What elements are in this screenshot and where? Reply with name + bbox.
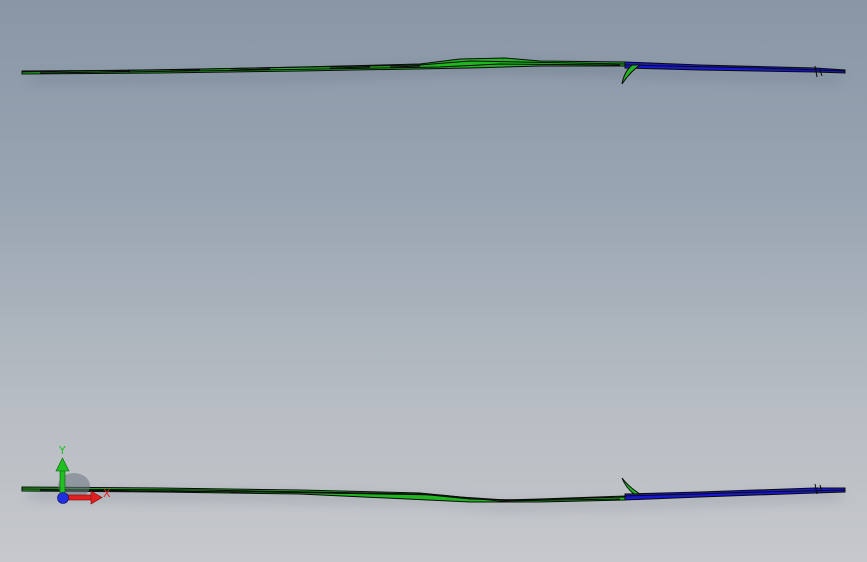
bottom-part[interactable] [21, 477, 846, 508]
bottom-fin[interactable] [621, 477, 642, 495]
reference-triad[interactable]: Y X [44, 438, 124, 510]
graphics-viewport[interactable]: Y X [0, 0, 867, 562]
z-axis-dot [57, 492, 69, 504]
top-part[interactable] [21, 57, 846, 85]
x-axis-label: X [103, 487, 111, 500]
y-axis-label: Y [58, 444, 66, 457]
model-view[interactable] [0, 0, 867, 562]
